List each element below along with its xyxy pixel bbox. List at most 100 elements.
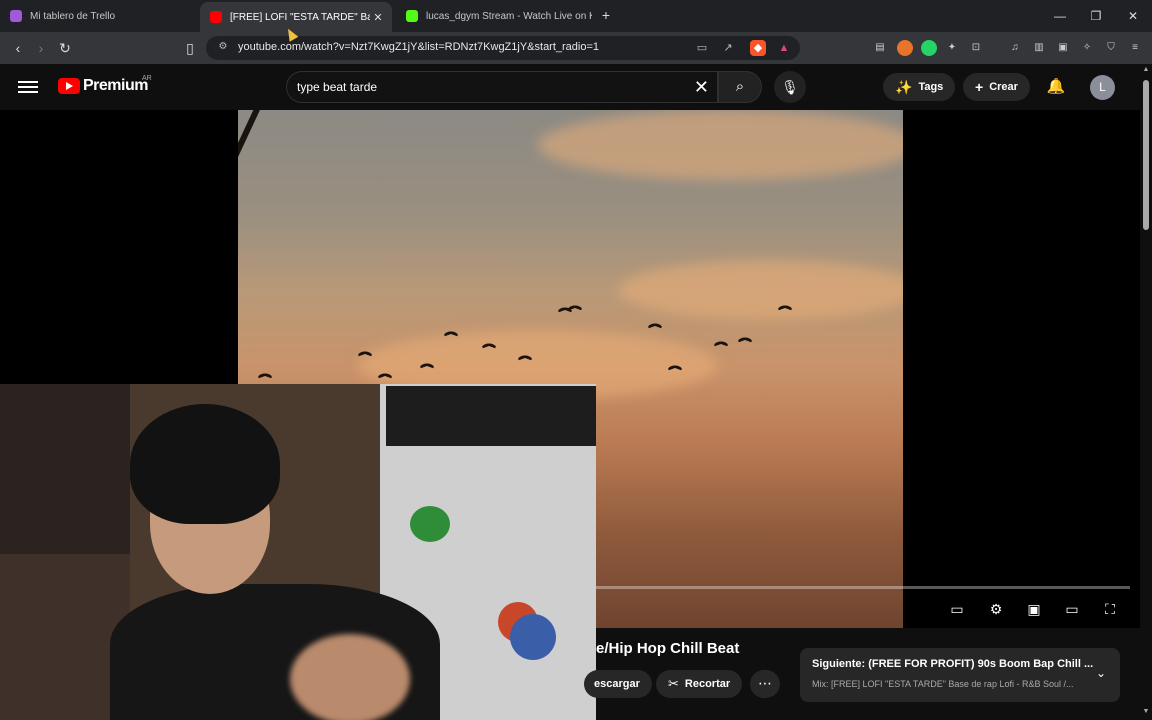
bird	[738, 338, 752, 344]
ball	[510, 614, 556, 660]
reload-icon[interactable]: ↻	[55, 38, 75, 58]
logo-text: Premium	[83, 77, 148, 94]
more-actions-icon[interactable]: ⋯	[750, 670, 780, 698]
bird	[668, 366, 682, 372]
search-query: type beat tarde	[297, 80, 378, 94]
bird	[378, 374, 392, 380]
whatsapp-icon[interactable]	[921, 40, 937, 56]
hamburger-menu-icon[interactable]	[18, 78, 38, 96]
maximize-icon[interactable]: ❐	[1088, 8, 1104, 24]
new-tab-button[interactable]: +	[598, 7, 614, 23]
plus-icon: +	[975, 79, 984, 95]
cloud	[538, 110, 903, 180]
scrollbar-thumb[interactable]	[1143, 80, 1149, 230]
cloud	[618, 260, 903, 320]
theater-mode-icon[interactable]: ▭	[1061, 598, 1083, 620]
avatar[interactable]: L	[1090, 75, 1115, 100]
tab-title: lucas_dgym Stream - Watch Live on K	[426, 10, 592, 22]
scroll-down-icon[interactable]: ▼	[1141, 708, 1151, 715]
person-hair	[130, 404, 280, 524]
bird	[778, 306, 792, 312]
clear-search-icon[interactable]: ✕	[694, 77, 709, 98]
youtube-play-logo-icon	[58, 78, 80, 94]
magic-wand-icon: ✨	[895, 78, 913, 95]
bookmark-icon[interactable]: ▯	[180, 38, 200, 58]
webcam-overlay	[0, 384, 596, 720]
youtube-icon	[210, 11, 222, 23]
pole	[238, 110, 264, 284]
bird	[482, 344, 496, 350]
fullscreen-icon[interactable]: ⛶	[1099, 598, 1121, 620]
person-hand	[290, 634, 410, 720]
country-code: AR	[142, 75, 152, 82]
scissors-icon: ✂	[668, 676, 679, 691]
site-info-icon[interactable]: ⚙	[216, 41, 230, 55]
url-text: youtube.com/watch?v=Nzt7KwgZ1jY&list=RDN…	[238, 41, 600, 53]
download-button[interactable]: escargar	[584, 670, 652, 698]
miniplayer-icon[interactable]: ▣	[1023, 598, 1045, 620]
mix-label: Mix: [FREE] LOFI "ESTA TARDE" Base de ra…	[812, 679, 1074, 689]
address-bar[interactable]: ⚙ youtube.com/watch?v=Nzt7KwgZ1jY&list=R…	[206, 36, 800, 60]
clip-label: Recortar	[684, 678, 731, 690]
progress-bar[interactable]	[596, 586, 1130, 589]
vpn-shield-icon[interactable]: ⛉	[1103, 40, 1119, 56]
bird	[714, 342, 728, 348]
forward-icon[interactable]: ›	[31, 38, 51, 58]
close-tab-icon[interactable]: ✕	[370, 11, 386, 24]
chevron-down-icon[interactable]: ⌄	[1096, 666, 1106, 680]
back-icon[interactable]: ‹	[8, 38, 28, 58]
sidebar-icon[interactable]: ▥	[1031, 40, 1047, 56]
bird	[518, 356, 532, 362]
close-window-icon[interactable]: ✕	[1125, 8, 1141, 24]
tags-label: Tags	[918, 81, 944, 93]
voice-search-icon[interactable]: 🎙	[774, 71, 806, 103]
subtitles-icon[interactable]: ▭	[946, 598, 968, 620]
youtube-premium-logo[interactable]: Premium AR	[58, 75, 152, 95]
extension-orange-icon[interactable]	[897, 40, 913, 56]
video-title: e/Hip Hop Chill Beat	[596, 640, 740, 657]
search-icon: ⌕	[735, 78, 745, 95]
share-icon[interactable]: ↗	[720, 40, 736, 56]
leo-ai-icon[interactable]: ✧	[1079, 40, 1095, 56]
brave-rewards-icon[interactable]: ▲	[776, 40, 792, 56]
screenshot-icon[interactable]: ⊡	[968, 40, 984, 56]
page-scrollbar[interactable]: ▲ ▼	[1140, 64, 1152, 720]
tab-kick[interactable]: lucas_dgym Stream - Watch Live on K	[396, 4, 592, 28]
create-label: Crear	[989, 81, 1018, 93]
bird	[420, 364, 434, 370]
tab-title: [FREE] LOFI "ESTA TARDE" Base d	[230, 11, 370, 23]
bird	[558, 308, 572, 314]
up-next-card[interactable]: Siguiente: (FREE FOR PROFIT) 90s Boom Ba…	[800, 648, 1120, 702]
acoustic-panel	[386, 386, 596, 446]
tab-youtube[interactable]: [FREE] LOFI "ESTA TARDE" Base d ✕	[200, 2, 392, 32]
browser-toolbar: ‹ › ↻ ▯ ⚙ youtube.com/watch?v=Nzt7KwgZ1j…	[0, 32, 1152, 64]
trello-icon	[10, 10, 22, 22]
menu-icon[interactable]: ≡	[1127, 40, 1143, 56]
bird	[648, 324, 662, 330]
settings-gear-icon[interactable]: ⚙	[985, 598, 1007, 620]
clip-button[interactable]: ✂ Recortar	[656, 670, 743, 698]
scroll-up-icon[interactable]: ▲	[1141, 66, 1151, 73]
notifications-bell-icon[interactable]: 🔔	[1046, 77, 1066, 97]
bird	[358, 352, 372, 358]
search-button[interactable]: ⌕	[718, 71, 762, 103]
youtube-masthead: Premium AR type beat tarde ✕ ⌕ 🎙 ✨ Tags …	[0, 64, 1152, 110]
brave-shield-icon[interactable]: ◆	[750, 40, 766, 56]
tab-title: Mi tablero de Trello	[30, 10, 116, 22]
next-video-label: Siguiente: (FREE FOR PROFIT) 90s Boom Ba…	[812, 658, 1094, 670]
tab-trello[interactable]: Mi tablero de Trello	[0, 4, 198, 28]
tags-button[interactable]: ✨ Tags	[883, 73, 956, 101]
green-object	[410, 506, 450, 542]
bird	[444, 332, 458, 338]
wallet-icon[interactable]: ▣	[1055, 40, 1071, 56]
folder-icon[interactable]: ▤	[872, 40, 888, 56]
browser-tab-strip: Mi tablero de Trello [FREE] LOFI "ESTA T…	[0, 0, 1152, 32]
create-button[interactable]: + Crear	[963, 73, 1030, 101]
cast-icon[interactable]: ▭	[694, 40, 710, 56]
kick-icon	[406, 10, 418, 22]
extensions-icon[interactable]: ✦	[944, 40, 960, 56]
bird	[258, 374, 272, 380]
minimize-icon[interactable]: —	[1052, 8, 1068, 24]
search-input[interactable]: type beat tarde ✕	[286, 71, 718, 103]
music-icon[interactable]: ♫	[1007, 40, 1023, 56]
